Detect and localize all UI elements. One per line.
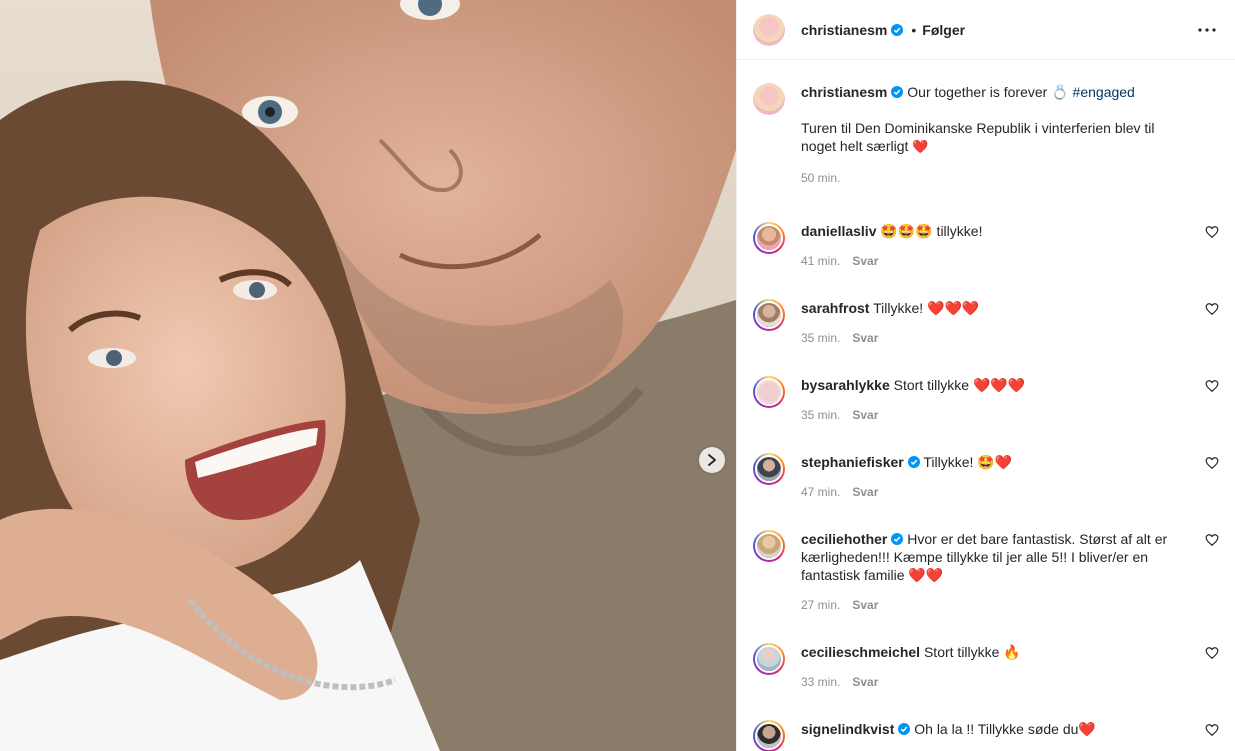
comment-body: stephaniefisker Tillykke! 🤩❤️ 47 min. Sv… [801, 453, 1219, 501]
comment-text: Oh la la !! Tillykke søde du❤️ [914, 721, 1096, 737]
next-media-button[interactable] [699, 447, 725, 473]
reply-button[interactable]: Svar [852, 483, 878, 501]
heart-outline-icon[interactable] [1205, 723, 1219, 737]
post-header: christianesm • Følger [737, 0, 1235, 60]
caption-username[interactable]: christianesm [801, 84, 887, 100]
comment-text: Stort tillykke ❤️❤️❤️ [893, 377, 1026, 393]
caption-body-text: Turen til Den Dominikanske Republik i vi… [801, 120, 1155, 154]
commenter-username[interactable]: signelindkvist [801, 721, 894, 737]
comment-text: 🤩🤩🤩 tillykke! [880, 223, 983, 239]
commenter-username[interactable]: sarahfrost [801, 300, 869, 316]
comment-body: daniellasliv 🤩🤩🤩 tillykke! 41 min. Svar [801, 222, 1219, 270]
verified-badge-icon [898, 723, 911, 735]
comment-time: 35 min. [801, 331, 841, 345]
comment-body: sarahfrost Tillykke! ❤️❤️❤️ 35 min. Svar [801, 299, 1219, 347]
comment: stephaniefisker Tillykke! 🤩❤️ 47 min. Sv… [753, 453, 1219, 501]
commenter-avatar[interactable] [753, 376, 785, 408]
comments-list[interactable]: christianesm Our together is forever 💍 #… [737, 60, 1235, 751]
post-media[interactable] [0, 0, 736, 751]
heart-outline-icon[interactable] [1205, 302, 1219, 316]
commenter-username[interactable]: daniellasliv [801, 223, 876, 239]
author-avatar[interactable] [753, 83, 785, 115]
comment-text: Tillykke! 🤩❤️ [923, 454, 1013, 470]
post-side-panel: christianesm • Følger christianesm Our t… [736, 0, 1235, 751]
reply-button[interactable]: Svar [852, 252, 878, 270]
caption-time: 50 min. [801, 171, 841, 185]
commenter-avatar[interactable] [753, 222, 785, 254]
post-photo [0, 0, 736, 751]
heart-outline-icon[interactable] [1205, 225, 1219, 239]
commenter-username[interactable]: bysarahlykke [801, 377, 890, 393]
comment-body: ceciliehother Hvor er det bare fantastis… [801, 530, 1219, 614]
commenter-username[interactable]: cecilieschmeichel [801, 644, 920, 660]
heart-outline-icon[interactable] [1205, 456, 1219, 470]
verified-badge-icon [907, 456, 920, 468]
heart-outline-icon[interactable] [1205, 646, 1219, 660]
reply-button[interactable]: Svar [852, 673, 878, 691]
verified-badge-icon [891, 533, 904, 545]
commenter-avatar[interactable] [753, 720, 785, 751]
comment: sarahfrost Tillykke! ❤️❤️❤️ 35 min. Svar [753, 299, 1219, 347]
comment-time: 41 min. [801, 254, 841, 268]
commenter-username[interactable]: stephaniefisker [801, 454, 904, 470]
caption-heart-emoji: ❤️ [912, 140, 929, 155]
comment-time: 35 min. [801, 408, 841, 422]
commenter-avatar[interactable] [753, 643, 785, 675]
heart-outline-icon[interactable] [1205, 533, 1219, 547]
reply-button[interactable]: Svar [852, 406, 878, 424]
comment-time: 27 min. [801, 598, 841, 612]
comment: cecilieschmeichel Stort tillykke 🔥 33 mi… [753, 643, 1219, 691]
comment: bysarahlykke Stort tillykke ❤️❤️❤️ 35 mi… [753, 376, 1219, 424]
commenter-avatar[interactable] [753, 453, 785, 485]
commenter-avatar[interactable] [753, 299, 785, 331]
more-options-icon[interactable] [1195, 18, 1219, 42]
comment-body: bysarahlykke Stort tillykke ❤️❤️❤️ 35 mi… [801, 376, 1219, 424]
comment-time: 33 min. [801, 675, 841, 689]
comment-body: cecilieschmeichel Stort tillykke 🔥 33 mi… [801, 643, 1219, 691]
caption-body: christianesm Our together is forever 💍 #… [801, 83, 1219, 187]
caption-text: Our together is forever 💍 [907, 84, 1069, 100]
author-avatar[interactable] [753, 13, 785, 46]
heart-outline-icon[interactable] [1205, 379, 1219, 393]
chevron-right-icon [708, 454, 716, 466]
comment-time: 47 min. [801, 485, 841, 499]
separator-dot: • [911, 21, 917, 38]
commenter-avatar[interactable] [753, 530, 785, 562]
comment-body: signelindkvist Oh la la !! Tillykke søde… [801, 720, 1219, 751]
comment-text: Stort tillykke 🔥 [923, 644, 1021, 660]
comment: signelindkvist Oh la la !! Tillykke søde… [753, 720, 1219, 751]
following-button[interactable]: Følger [922, 22, 965, 38]
commenter-username[interactable]: ceciliehother [801, 531, 887, 547]
caption: christianesm Our together is forever 💍 #… [753, 83, 1219, 187]
author-username[interactable]: christianesm [801, 22, 887, 38]
verified-badge-icon [891, 86, 904, 98]
reply-button[interactable]: Svar [852, 596, 878, 614]
comment-text: Tillykke! ❤️❤️❤️ [873, 300, 980, 316]
comment: daniellasliv 🤩🤩🤩 tillykke! 41 min. Svar [753, 222, 1219, 270]
comment: ceciliehother Hvor er det bare fantastis… [753, 530, 1219, 614]
hashtag-link[interactable]: #engaged [1073, 84, 1135, 100]
verified-badge-icon [891, 23, 904, 36]
reply-button[interactable]: Svar [852, 329, 878, 347]
